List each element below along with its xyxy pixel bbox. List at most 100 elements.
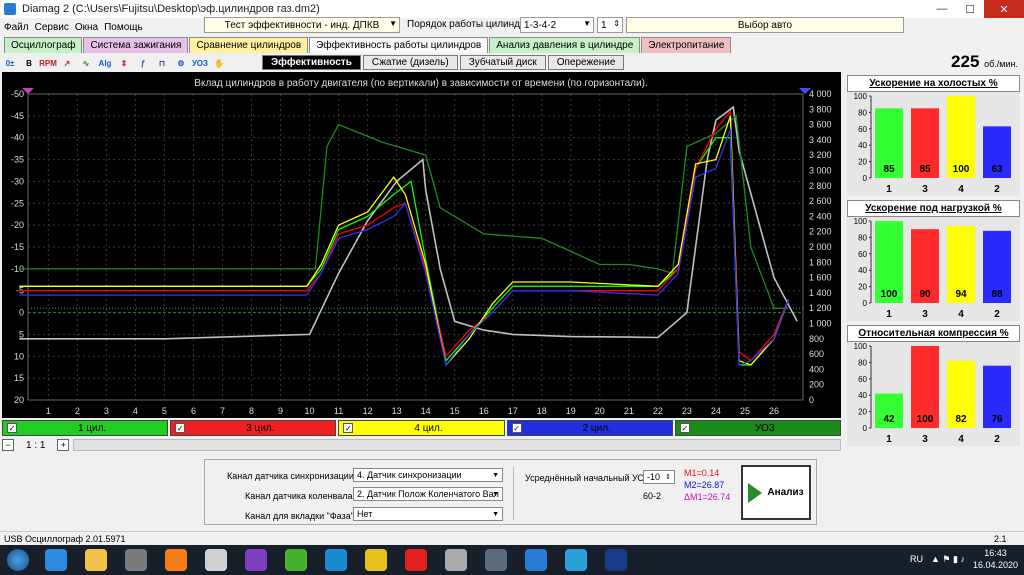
scale-icon[interactable]: ⇕ xyxy=(116,56,132,71)
y-left-tick-label: -35 xyxy=(11,155,24,165)
subtab-advance[interactable]: Опережение xyxy=(547,55,625,70)
horizontal-scrollbar[interactable] xyxy=(73,439,841,451)
clock[interactable]: 16:43 16.04.2020 xyxy=(973,547,1018,571)
y-left-tick-label: 20 xyxy=(14,395,24,405)
close-button[interactable]: ✕ xyxy=(984,0,1024,18)
cylinder-spinner[interactable]: 1 ⇕ xyxy=(597,17,623,33)
main-tabs: Осциллограф Система зажигания Сравнение … xyxy=(4,37,732,53)
taskbar: RU ▲ ⚑ ▮ ♪ 16:43 16.04.2020 xyxy=(0,545,1024,575)
minimize-button[interactable]: — xyxy=(928,0,956,18)
ccleaner-icon[interactable] xyxy=(316,545,356,575)
legend-item[interactable]: ✓ 4 цил. xyxy=(338,420,505,436)
tab-pressure-analysis[interactable]: Анализ давления в цилиндре xyxy=(489,37,641,53)
cursor-icon[interactable]: ↗ xyxy=(59,56,75,71)
subtab-compression[interactable]: Сжатие (дизель) xyxy=(362,55,458,70)
bar-tick-label: 40 xyxy=(858,391,867,400)
start-button[interactable] xyxy=(0,546,36,574)
tab-oscilloscope[interactable]: Осциллограф xyxy=(4,37,83,53)
subtab-gear-disk[interactable]: Зубчатый диск xyxy=(459,55,546,70)
filter-icon[interactable]: ⊓ xyxy=(154,56,170,71)
legend-checkbox[interactable]: ✓ xyxy=(511,423,522,433)
bar-value-label: 100 xyxy=(881,289,898,300)
phase-select[interactable]: Нет ▼ xyxy=(353,507,503,521)
utorrent-icon[interactable] xyxy=(276,545,316,575)
maximize-button[interactable]: ☐ xyxy=(956,0,984,18)
legend-checkbox[interactable]: ✓ xyxy=(7,423,17,433)
tab-ignition[interactable]: Система зажигания xyxy=(83,37,189,53)
tab-power[interactable]: Электропитание xyxy=(641,37,732,53)
media-icon[interactable] xyxy=(116,545,156,575)
bar-category-label: 3 xyxy=(922,434,928,445)
series-line xyxy=(19,115,790,367)
menu-file[interactable]: Файл xyxy=(4,22,29,33)
legend-item[interactable]: ✓ 2 цил. xyxy=(506,420,673,436)
tab-cylinder-efficiency[interactable]: Эффективность работы цилиндров xyxy=(309,37,489,53)
bar-category-label: 4 xyxy=(958,309,964,320)
folder-icon-glyph xyxy=(85,549,107,571)
sub-tabs: Эффективность Сжатие (дизель) Зубчатый д… xyxy=(262,55,625,70)
legend-item[interactable]: ✓ УОЗ xyxy=(674,420,842,436)
legend-checkbox[interactable]: ✓ xyxy=(175,423,186,433)
bar-value-label: 90 xyxy=(919,289,931,300)
bar-tick-label: 100 xyxy=(854,342,868,351)
y-right-tick-label: 600 xyxy=(809,349,824,359)
status-version: USB Осциллограф 2.01.5971 xyxy=(4,533,126,544)
bar-category-label: 2 xyxy=(994,309,1000,320)
opera-icon[interactable] xyxy=(396,545,436,575)
menu-windows[interactable]: Окна xyxy=(75,22,98,33)
avast-icon[interactable] xyxy=(156,545,196,575)
order-select[interactable]: 1-3-4-2 ▼ xyxy=(520,17,594,33)
bar-tick-label: 40 xyxy=(858,141,867,150)
bar-tick-label: 60 xyxy=(858,250,867,259)
uoz-icon[interactable]: УОЗ xyxy=(192,56,208,71)
language-indicator[interactable]: RU xyxy=(910,554,923,564)
wave-icon[interactable]: ∿ xyxy=(78,56,94,71)
x-tick-label: 16 xyxy=(479,406,489,416)
vs-icon[interactable] xyxy=(236,545,276,575)
0-icon[interactable]: 0± xyxy=(2,56,18,71)
sync-select[interactable]: 4. Датчик синхронизации ▼ xyxy=(353,468,503,482)
avg-uoz-spinner[interactable]: -10 ⇕ xyxy=(643,470,675,484)
ie-icon[interactable] xyxy=(36,545,76,575)
legend-item[interactable]: ✓ 3 цил. xyxy=(170,420,337,436)
tray-icons[interactable]: ▲ ⚑ ▮ ♪ xyxy=(931,554,965,565)
m2-value: M2=26.87 xyxy=(684,480,725,490)
engine-icon[interactable]: ⚙ xyxy=(173,56,189,71)
moon-icon[interactable] xyxy=(516,545,556,575)
auto-select[interactable]: Выбор авто xyxy=(626,17,904,33)
legend-checkbox[interactable]: ✓ xyxy=(343,423,354,433)
bar-chart: 100 80 60 40 20 0 42 1 100 3 82 4 76 2 xyxy=(854,342,1011,445)
bar-category-label: 1 xyxy=(886,309,892,320)
alg-icon[interactable]: Alg xyxy=(97,56,113,71)
steam-icon[interactable] xyxy=(476,545,516,575)
telegram-icon[interactable] xyxy=(556,545,596,575)
x-tick-label: 7 xyxy=(220,406,225,416)
pen-icon[interactable] xyxy=(436,545,476,575)
spin-icon: ⇕ xyxy=(613,19,620,28)
play-icon xyxy=(748,482,763,503)
folder-icon[interactable] xyxy=(76,545,116,575)
zoom-in-button[interactable]: + xyxy=(57,439,70,451)
app-icon[interactable] xyxy=(196,545,236,575)
rpm-value: 225 xyxy=(951,52,980,71)
analyze-button[interactable]: Анализ xyxy=(741,465,811,520)
tab-cylinder-compare[interactable]: Сравнение цилиндров xyxy=(189,37,309,53)
zoom-out-button[interactable]: − xyxy=(2,439,14,451)
menu-service[interactable]: Сервис xyxy=(35,22,69,33)
x-tick-label: 21 xyxy=(624,406,634,416)
test-select[interactable]: Тест эффективности - инд. ДПКВ ▼ xyxy=(204,17,400,33)
chrome-icon[interactable] xyxy=(356,545,396,575)
subtab-efficiency[interactable]: Эффективность xyxy=(262,55,361,70)
rpm-icon[interactable]: RPM xyxy=(39,56,57,71)
menu-help[interactable]: Помощь xyxy=(104,22,143,33)
x-tick-label: 26 xyxy=(769,406,779,416)
efficiency-chart[interactable]: Вклад цилиндров в работу двигателя (по в… xyxy=(2,72,841,418)
diamag-icon[interactable] xyxy=(596,545,636,575)
y-right-tick-label: 1 200 xyxy=(809,303,832,313)
hand-icon[interactable]: ✋ xyxy=(211,56,227,71)
bold-b-icon[interactable]: B xyxy=(21,56,37,71)
legend-item[interactable]: ✓ 1 цил. xyxy=(2,420,169,436)
freq-icon[interactable]: ƒ xyxy=(135,56,151,71)
legend-checkbox[interactable]: ✓ xyxy=(679,423,690,433)
crank-select[interactable]: 2. Датчик Полож Коленчатого Вал ▼ xyxy=(353,487,503,501)
